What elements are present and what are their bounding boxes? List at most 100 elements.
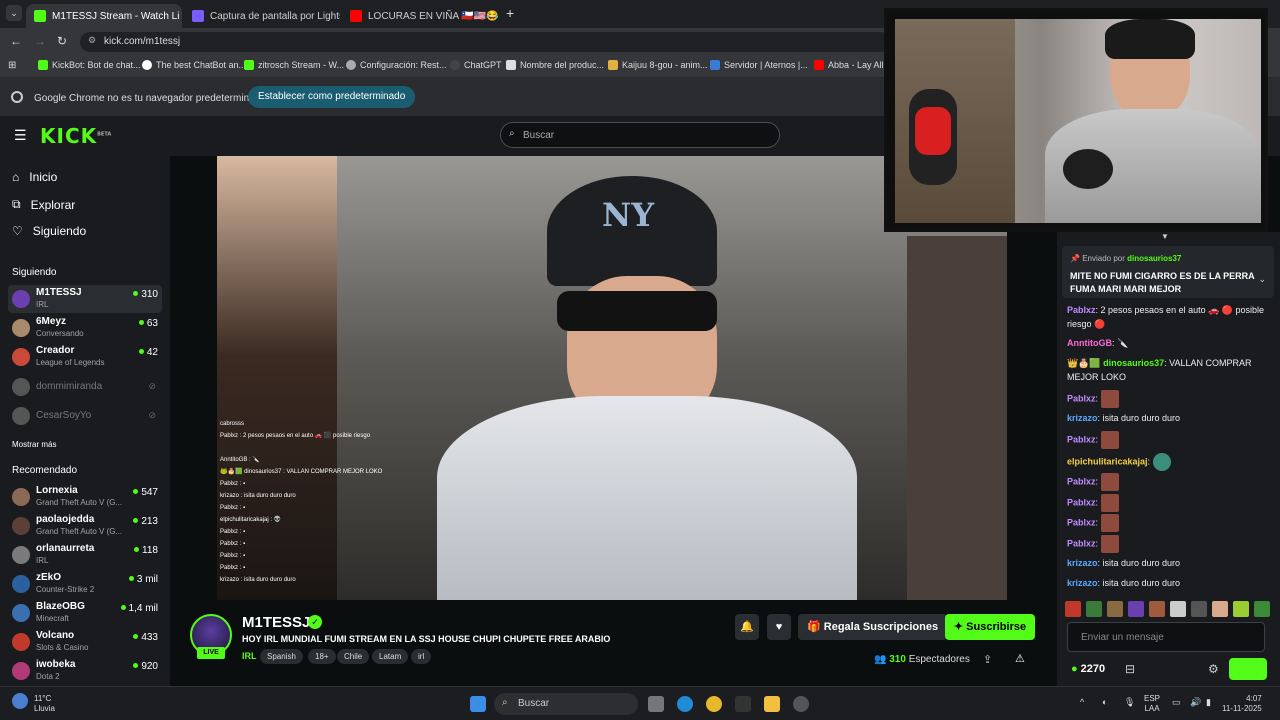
apps-grid-icon[interactable]: ⊞ (8, 60, 16, 71)
expand-chevron-icon[interactable]: ⌄ (1258, 274, 1266, 285)
menu-icon[interactable]: ☰ (14, 127, 27, 144)
url-field[interactable]: ⚙ kick.com/m1tessj (80, 32, 890, 52)
chevron-down-icon[interactable]: ▼ (1161, 232, 1169, 241)
following-channel-item[interactable]: M1TESSJ IRL 310 (8, 285, 162, 313)
emote-icon[interactable] (1212, 601, 1228, 617)
chat-username[interactable]: AnntitoGB (1067, 338, 1112, 348)
chat-username[interactable]: dinosaurios37 (1103, 358, 1164, 368)
following-channel-item-offline[interactable]: CesarSoyYo ⊘ (8, 402, 162, 430)
chat-username[interactable]: Pablxz (1067, 393, 1096, 403)
tab-lightshot[interactable]: Captura de pantalla por Lightsh ✕ (184, 4, 340, 28)
task-view-icon[interactable] (648, 696, 664, 712)
nav-home[interactable]: ⌂ Inicio (12, 170, 57, 184)
network-tray-icon[interactable]: ◐ (1102, 697, 1107, 707)
subscribe-button[interactable]: ✦ Suscribirse (945, 614, 1035, 640)
windows-start-icon[interactable] (470, 696, 486, 712)
forward-icon[interactable]: → (34, 34, 46, 48)
recommended-channel-item[interactable]: Volcano Slots & Casino 433 (8, 628, 162, 656)
share-icon[interactable]: ⇪ (983, 653, 992, 666)
weather-icon[interactable] (12, 693, 28, 709)
display-tray-icon[interactable]: ▭ (1172, 697, 1181, 708)
recommended-channel-item[interactable]: Lornexia Grand Theft Auto V (G... 547 (8, 483, 162, 511)
file-explorer-icon[interactable] (764, 696, 780, 712)
recommended-channel-item[interactable]: BlazeOBG Minecraft 1,4 mil (8, 599, 162, 627)
emote-icon[interactable] (1254, 601, 1270, 617)
gift-subs-button[interactable]: 🎁 Regala Suscripciones (798, 614, 948, 640)
chat-username[interactable]: krizazo (1067, 578, 1098, 588)
chat-username[interactable]: Pablxz (1067, 497, 1096, 507)
recommended-channel-item[interactable]: zEkO Counter-Strike 2 3 mil (8, 570, 162, 598)
stream-tag[interactable]: Latam (372, 649, 409, 664)
send-chat-button[interactable] (1229, 658, 1267, 680)
nav-explore[interactable]: ⧉ Explorar (12, 197, 75, 212)
microphone-tray-icon[interactable]: 🎙 (1124, 697, 1135, 708)
set-default-button[interactable]: Establecer como predeterminado (248, 86, 416, 108)
notification-bell-icon[interactable]: 🔔 (735, 614, 759, 640)
bookmark-item[interactable]: Configuración: Rest... (346, 60, 447, 70)
tab-youtube[interactable]: LOCURAS EN VIÑA 🇨🇱🇺🇸😂 Pa ✕ (342, 4, 498, 28)
reload-icon[interactable]: ↻ (57, 34, 67, 48)
obs-icon[interactable] (793, 696, 809, 712)
chat-username[interactable]: krizazo (1067, 558, 1098, 568)
channel-points[interactable]: 2270 (1071, 663, 1105, 675)
stream-tag[interactable]: irl (411, 649, 432, 664)
stream-tag[interactable]: Spanish (260, 649, 303, 664)
kick-logo[interactable]: KICKBETA (40, 124, 111, 148)
following-channel-item[interactable]: 6Meyz Conversando 63 (8, 314, 162, 342)
bookmark-item[interactable]: Nombre del produc... (506, 60, 604, 70)
chat-username[interactable]: Pablxz (1067, 305, 1096, 315)
nav-following[interactable]: ♡ Siguiendo (12, 224, 86, 238)
chat-username[interactable]: Pablxz (1067, 434, 1096, 444)
bookmark-item[interactable]: zitrosch Stream - W... (244, 60, 344, 70)
volume-tray-icon[interactable]: 🔊 (1190, 697, 1201, 708)
edge-icon[interactable] (677, 696, 693, 712)
language-indicator[interactable]: ESP LAA (1144, 694, 1160, 714)
recommended-channel-item[interactable]: iwobeka Dota 2 920 (8, 657, 162, 685)
emote-icon[interactable] (1128, 601, 1144, 617)
bookmark-item[interactable]: ChatGPT (450, 60, 502, 70)
report-warning-icon[interactable]: ⚠ (1015, 652, 1025, 665)
emote-icon[interactable] (1065, 601, 1081, 617)
battery-tray-icon[interactable]: ▮ (1206, 697, 1211, 708)
follow-heart-icon[interactable]: ♥ (767, 614, 791, 640)
emote-icon[interactable] (1191, 601, 1207, 617)
tab-list-dropdown[interactable]: ⌄ (6, 5, 22, 21)
bookmark-item[interactable]: KickBot: Bot de chat... (38, 60, 141, 70)
chat-username[interactable]: elpichulitaricakajaj (1067, 456, 1148, 466)
chat-username[interactable]: Pablxz (1067, 476, 1096, 486)
new-tab-icon[interactable]: + (506, 5, 514, 21)
site-info-icon[interactable]: ⚙ (88, 35, 96, 46)
search-input[interactable]: ⌕ Buscar (500, 122, 780, 148)
chat-username[interactable]: Pablxz (1067, 538, 1096, 548)
settings-gear-icon[interactable]: ⚙ (1208, 662, 1219, 676)
taskbar-search[interactable]: ⌕ Buscar (494, 693, 638, 715)
bookmark-item[interactable]: The best ChatBot an... (142, 60, 246, 70)
following-channel-item-offline[interactable]: dommimiranda ⊘ (8, 373, 162, 401)
chat-username[interactable]: krizazo (1067, 413, 1098, 423)
epic-games-icon[interactable] (735, 696, 751, 712)
chat-username[interactable]: Pablxz (1067, 517, 1096, 527)
streamer-name[interactable]: M1TESSJ (242, 614, 310, 631)
emote-icon[interactable] (1149, 601, 1165, 617)
pinned-message[interactable]: 📌 Enviado por dinosaurios37 MITE NO FUMI… (1062, 246, 1274, 298)
gift-box-icon[interactable]: ⊟ (1125, 662, 1135, 676)
show-more-link[interactable]: Mostrar más (12, 440, 56, 449)
emote-icon[interactable] (1086, 601, 1102, 617)
weather-widget[interactable]: 11°C Lluvia (34, 694, 55, 714)
emote-icon[interactable] (1107, 601, 1123, 617)
bookmark-item[interactable]: Servidor | Aternos |... (710, 60, 808, 70)
bookmark-item[interactable]: Abba - Lay All (814, 60, 884, 70)
chat-input[interactable]: Enviar un mensaje (1067, 622, 1265, 652)
back-icon[interactable]: ← (10, 34, 22, 48)
chrome-taskbar-icon[interactable] (706, 696, 722, 712)
tray-chevron-icon[interactable]: ^ (1080, 697, 1084, 707)
bookmark-item[interactable]: Kaijuu 8-gou - anim... (608, 60, 708, 70)
emote-icon[interactable] (1170, 601, 1186, 617)
stream-tag[interactable]: 18+ (308, 649, 336, 664)
stream-tag[interactable]: Chile (337, 649, 370, 664)
recommended-channel-item[interactable]: paolaojedda Grand Theft Auto V (G... 213 (8, 512, 162, 540)
following-channel-item[interactable]: Creador League of Legends 42 (8, 343, 162, 371)
stream-category-link[interactable]: IRL (242, 651, 257, 661)
emote-icon[interactable] (1233, 601, 1249, 617)
recommended-channel-item[interactable]: orlanaurreta IRL 118 (8, 541, 162, 569)
